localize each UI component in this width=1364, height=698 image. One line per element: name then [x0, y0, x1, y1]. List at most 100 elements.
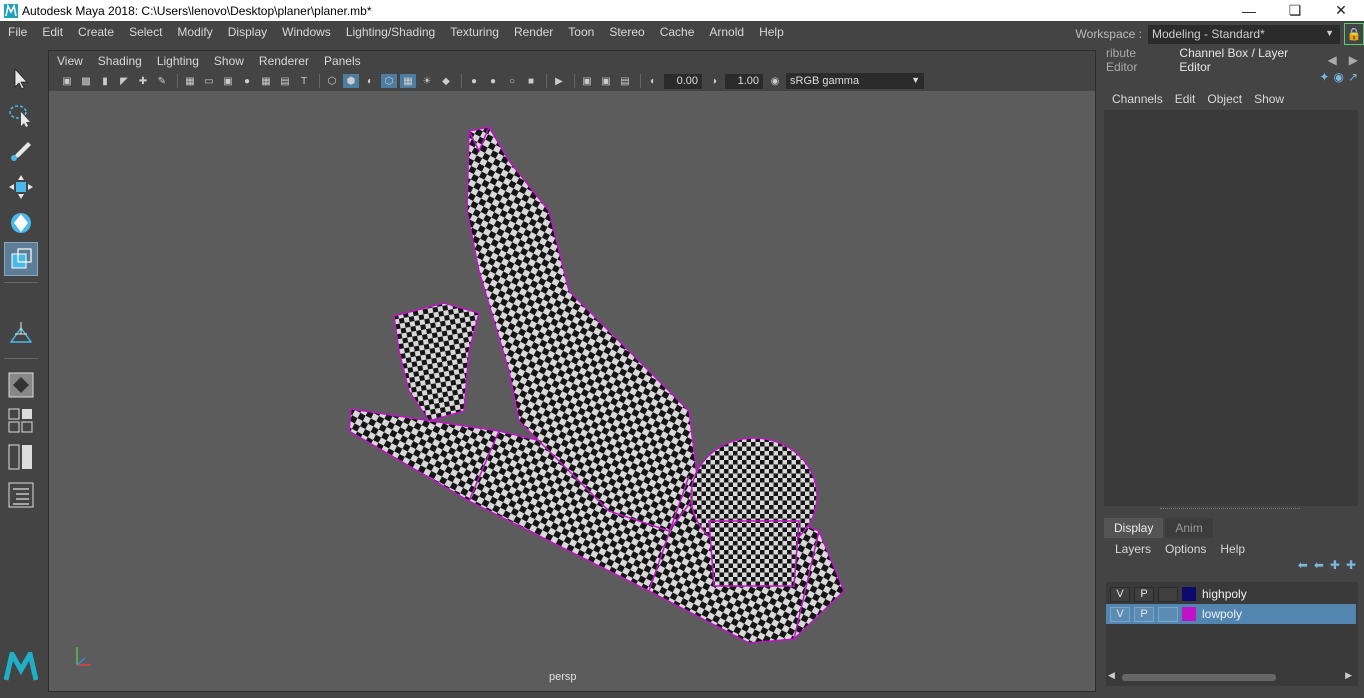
- xray-joints-icon[interactable]: ▣: [598, 74, 614, 88]
- layer-display-type-toggle[interactable]: [1158, 586, 1178, 602]
- bookmark-icon[interactable]: ▮: [97, 74, 113, 88]
- scroll-left-icon[interactable]: ◀: [1108, 670, 1115, 681]
- menu-object[interactable]: Object: [1201, 92, 1248, 106]
- gate-mask-icon[interactable]: ●: [239, 74, 255, 88]
- wireframe-icon[interactable]: ⬡: [324, 74, 340, 88]
- menu-edit[interactable]: Edit: [34, 25, 70, 39]
- single-layout-icon[interactable]: [4, 368, 38, 402]
- layer-row-lowpoly[interactable]: V P lowpoly: [1106, 604, 1356, 624]
- chevron-left-icon[interactable]: ◀: [1322, 53, 1343, 67]
- panel-menu-view[interactable]: View: [49, 54, 90, 68]
- motion-blur-icon[interactable]: ●: [485, 74, 501, 88]
- scroll-right-icon[interactable]: ▶: [1345, 670, 1352, 681]
- layer-display-type-toggle[interactable]: [1158, 606, 1178, 622]
- minimize-icon[interactable]: —: [1226, 0, 1272, 21]
- layer-playback-toggle[interactable]: P: [1134, 606, 1154, 622]
- channel-box-body[interactable]: [1104, 110, 1358, 506]
- panel-menu-lighting[interactable]: Lighting: [149, 54, 206, 68]
- panel-splitter[interactable]: [1160, 508, 1300, 511]
- outliner-icon[interactable]: [4, 478, 38, 512]
- menu-file[interactable]: File: [0, 25, 34, 39]
- smooth-shade-icon[interactable]: ⬢: [343, 74, 359, 88]
- layer-color-swatch[interactable]: [1182, 607, 1196, 621]
- color-management-icon[interactable]: ◉: [767, 74, 783, 88]
- xray-icon[interactable]: ▣: [579, 74, 595, 88]
- move-layer-down-icon[interactable]: ⬅: [1314, 558, 1324, 572]
- chevron-right-icon[interactable]: ▶: [1343, 53, 1364, 67]
- move-tool-icon[interactable]: [4, 170, 38, 204]
- camera-icon[interactable]: ▣: [59, 74, 75, 88]
- restore-icon[interactable]: ❏: [1272, 0, 1318, 21]
- layer-visibility-toggle[interactable]: V: [1110, 586, 1130, 602]
- menu-display[interactable]: Display: [220, 25, 274, 39]
- safe-action-icon[interactable]: ▤: [277, 74, 293, 88]
- exposure-field[interactable]: 0.00: [664, 73, 702, 89]
- resolution-gate-icon[interactable]: ▣: [220, 74, 236, 88]
- camera-attributes-icon[interactable]: ▩: [78, 74, 94, 88]
- exposure-icon[interactable]: ◐: [645, 74, 661, 88]
- layer-name[interactable]: lowpoly: [1202, 607, 1242, 621]
- menu-lighting-shading[interactable]: Lighting/Shading: [338, 25, 442, 39]
- close-icon[interactable]: ✕: [1318, 0, 1364, 21]
- panel-menu-panels[interactable]: Panels: [316, 54, 368, 68]
- move-layer-up-icon[interactable]: ⬅: [1298, 558, 1308, 572]
- two-layout-icon[interactable]: [4, 440, 38, 474]
- 2d-pan-icon[interactable]: ✚: [135, 74, 151, 88]
- panel-menu-renderer[interactable]: Renderer: [251, 54, 316, 68]
- tab-anim[interactable]: Anim: [1165, 518, 1213, 538]
- lasso-tool-icon[interactable]: [4, 98, 38, 132]
- shadows-icon[interactable]: ◆: [438, 74, 454, 88]
- planer-model[interactable]: [348, 126, 845, 644]
- scale-tool-icon[interactable]: [4, 242, 38, 276]
- grid-icon[interactable]: ▦: [182, 74, 198, 88]
- menu-cb-show[interactable]: Show: [1248, 92, 1290, 106]
- scrollbar-thumb[interactable]: [1122, 674, 1276, 681]
- isolate-select-icon[interactable]: ▶: [551, 74, 567, 88]
- paint-select-icon[interactable]: [4, 134, 38, 168]
- layer-color-swatch[interactable]: [1182, 587, 1196, 601]
- wireframe-on-shaded-icon[interactable]: ⬡: [381, 74, 397, 88]
- menu-stereo[interactable]: Stereo: [601, 25, 651, 39]
- xray-components-icon[interactable]: ▤: [617, 74, 633, 88]
- depth-of-field-icon[interactable]: ■: [523, 74, 539, 88]
- speed-icon[interactable]: ◉: [1333, 70, 1343, 84]
- workspace-dropdown[interactable]: Modeling - Standard* ▼: [1148, 24, 1340, 44]
- menu-options[interactable]: Options: [1158, 542, 1213, 556]
- tab-display[interactable]: Display: [1104, 518, 1164, 538]
- anti-aliasing-icon[interactable]: ○: [504, 74, 520, 88]
- layer-playback-toggle[interactable]: P: [1134, 586, 1154, 602]
- menu-layers[interactable]: Layers: [1108, 542, 1158, 556]
- menu-windows[interactable]: Windows: [274, 25, 338, 39]
- four-layout-icon[interactable]: [4, 404, 38, 438]
- field-chart-icon[interactable]: ▦: [258, 74, 274, 88]
- edit-graph-icon[interactable]: ↗: [1348, 70, 1358, 84]
- menu-arnold[interactable]: Arnold: [701, 25, 751, 39]
- menu-select[interactable]: Select: [121, 25, 169, 39]
- layer-name[interactable]: highpoly: [1202, 587, 1247, 601]
- textured-icon[interactable]: ▦: [400, 74, 416, 88]
- panel-menu-shading[interactable]: Shading: [90, 54, 149, 68]
- gamma-field[interactable]: 1.00: [725, 73, 763, 89]
- menu-help[interactable]: Help: [751, 25, 791, 39]
- menu-modify[interactable]: Modify: [169, 25, 219, 39]
- select-tool-icon[interactable]: [4, 62, 38, 96]
- new-layer-selected-icon[interactable]: ✚: [1346, 558, 1356, 572]
- panel-menu-show[interactable]: Show: [206, 54, 251, 68]
- new-layer-icon[interactable]: ✚: [1330, 558, 1340, 572]
- safe-title-icon[interactable]: T: [296, 74, 312, 88]
- menu-layer-help[interactable]: Help: [1213, 542, 1252, 556]
- tab-channel-box[interactable]: Channel Box / Layer Editor: [1173, 46, 1321, 74]
- rotate-tool-icon[interactable]: [4, 206, 38, 240]
- layer-visibility-toggle[interactable]: V: [1110, 606, 1130, 622]
- soft-mod-icon[interactable]: [4, 316, 38, 350]
- ambient-occlusion-icon[interactable]: ●: [466, 74, 482, 88]
- menu-create[interactable]: Create: [70, 25, 121, 39]
- default-material-icon[interactable]: ◐: [362, 74, 378, 88]
- film-gate-icon[interactable]: ▭: [201, 74, 217, 88]
- menu-toon[interactable]: Toon: [560, 25, 601, 39]
- image-plane-icon[interactable]: ◤: [116, 74, 132, 88]
- pivot-icon[interactable]: ✦: [1319, 70, 1329, 84]
- lock-icon[interactable]: 🔒: [1344, 23, 1364, 45]
- menu-cache[interactable]: Cache: [652, 25, 702, 39]
- menu-cb-edit[interactable]: Edit: [1169, 92, 1202, 106]
